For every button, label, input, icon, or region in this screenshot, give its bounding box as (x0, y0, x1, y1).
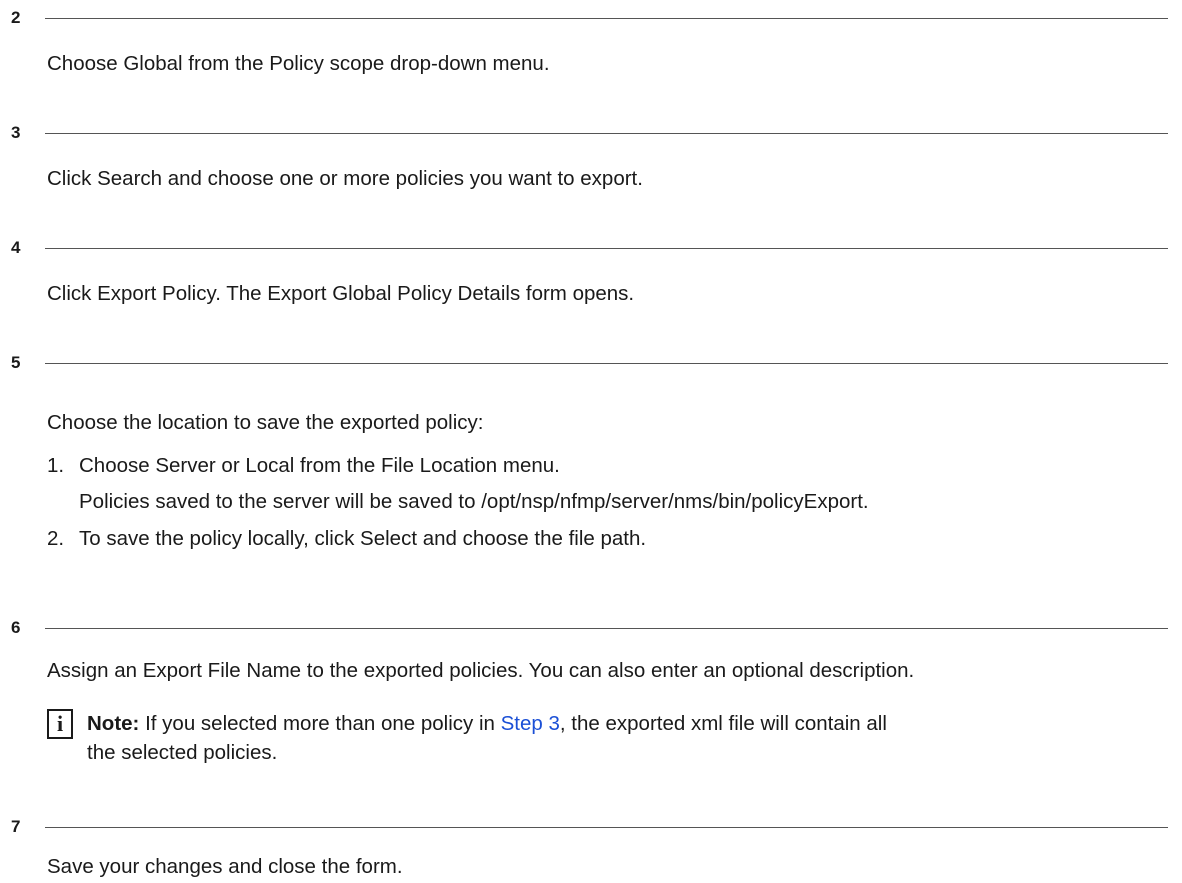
step-header: 4 (0, 238, 1182, 258)
step-divider (45, 18, 1168, 19)
step-divider (45, 827, 1168, 828)
step-divider (45, 628, 1168, 629)
step-text: Choose Global from the Policy scope drop… (47, 52, 550, 75)
step-header: 5 (0, 353, 1182, 373)
substep-detail: Policies saved to the server will be sav… (79, 490, 869, 513)
step-divider (45, 133, 1168, 134)
step-text: Click Export Policy. The Export Global P… (47, 282, 635, 305)
step-text: Save your changes and close the form. (47, 855, 403, 878)
step-text: Click Search and choose one or more poli… (47, 167, 643, 190)
step-number: 7 (11, 817, 21, 836)
note-label: Note: (87, 712, 140, 735)
step-header: 6 (0, 618, 1182, 638)
step-divider (45, 248, 1168, 249)
step-text: Assign an Export File Name to the export… (47, 659, 915, 682)
step-divider (45, 363, 1168, 364)
note: Note: If you selected more than one poli… (87, 711, 887, 737)
step-header: 7 (0, 817, 1182, 837)
note-text: If you selected more than one policy in (139, 712, 501, 735)
note-text: , the exported xml file will contain all (559, 712, 887, 735)
step-header: 2 (0, 8, 1182, 28)
step-number: 2 (11, 8, 21, 27)
note-text-line2: the selected policies. (87, 741, 278, 764)
substep-number: 2. (47, 527, 65, 550)
substep-text: Choose Server or Local from the File Loc… (79, 454, 560, 477)
step-number: 6 (11, 618, 21, 637)
substep-number: 1. (47, 454, 65, 477)
step-number: 5 (11, 353, 21, 372)
step-text: Choose the location to save the exported… (47, 411, 484, 434)
step-header: 3 (0, 123, 1182, 143)
step-number: 3 (11, 123, 21, 142)
info-icon: i (47, 709, 73, 739)
step-number: 4 (11, 238, 21, 257)
substep-text: To save the policy locally, click Select… (79, 527, 647, 550)
step-3-link[interactable]: Step 3 (501, 712, 560, 735)
